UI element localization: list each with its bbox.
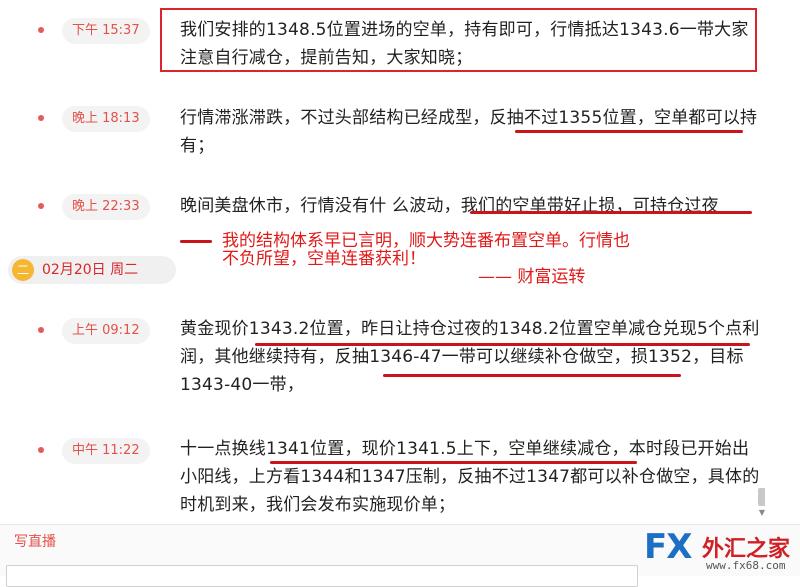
site-logo: FX 外汇之家 www.fx68.com (640, 527, 800, 575)
underline-mark (515, 130, 743, 133)
scroll-thumb[interactable] (758, 488, 765, 506)
time-badge: 中午 11:22 (62, 438, 150, 464)
feed-message: 十一点换线1341位置，现价1341.5上下，空单继续减仓，本时段已开始出小阳线… (180, 439, 760, 515)
time-badge: 晚上 22:33 (62, 194, 150, 220)
compose-input[interactable] (6, 565, 638, 587)
logo-url: www.fx68.com (706, 559, 786, 572)
underline-mark (383, 374, 681, 377)
underline-mark (270, 461, 637, 464)
timeline-dot (38, 203, 44, 209)
time-badge: 下午 15:37 (62, 18, 150, 44)
timeline-dot (38, 27, 44, 33)
timeline-dot (38, 447, 44, 453)
annotation-signature: —— 财富运转 (478, 267, 586, 287)
time-badge: 上午 09:12 (62, 318, 150, 344)
scroll-down-icon[interactable]: ▼ (757, 508, 765, 518)
underline-mark (255, 343, 750, 346)
compose-label[interactable]: 写直播 (14, 531, 56, 551)
feed-scrollbar[interactable]: ▼ (757, 0, 765, 520)
feed-message: 黄金现价1343.2位置，昨日让持仓过夜的1348.2位置空单减仓兑现5个点利润… (180, 319, 760, 395)
live-feed-timeline: 下午 15:37 我们安排的1348.5位置进场的空单，持有即可，行情抵达134… (0, 0, 765, 520)
underline-mark (180, 240, 212, 243)
annotation-line-2: 不负所望，空单连番获利！ (222, 249, 426, 269)
logo-fx: FX (644, 527, 692, 567)
time-badge: 晚上 18:13 (62, 106, 150, 132)
feed-message: 晚间美盘休市，行情没有什 么波动，我们的空单带好止损，可持仓过夜 (180, 196, 719, 216)
date-label: 02月20日 周二 (42, 262, 139, 278)
date-divider: 二 02月20日 周二 (8, 256, 176, 284)
calendar-icon: 二 (12, 259, 34, 281)
underline-mark (470, 211, 752, 214)
timeline-dot (38, 115, 44, 121)
timeline-dot (38, 327, 44, 333)
feed-message: 我们安排的1348.5位置进场的空单，持有即可，行情抵达1343.6一带大家注意… (180, 20, 749, 68)
